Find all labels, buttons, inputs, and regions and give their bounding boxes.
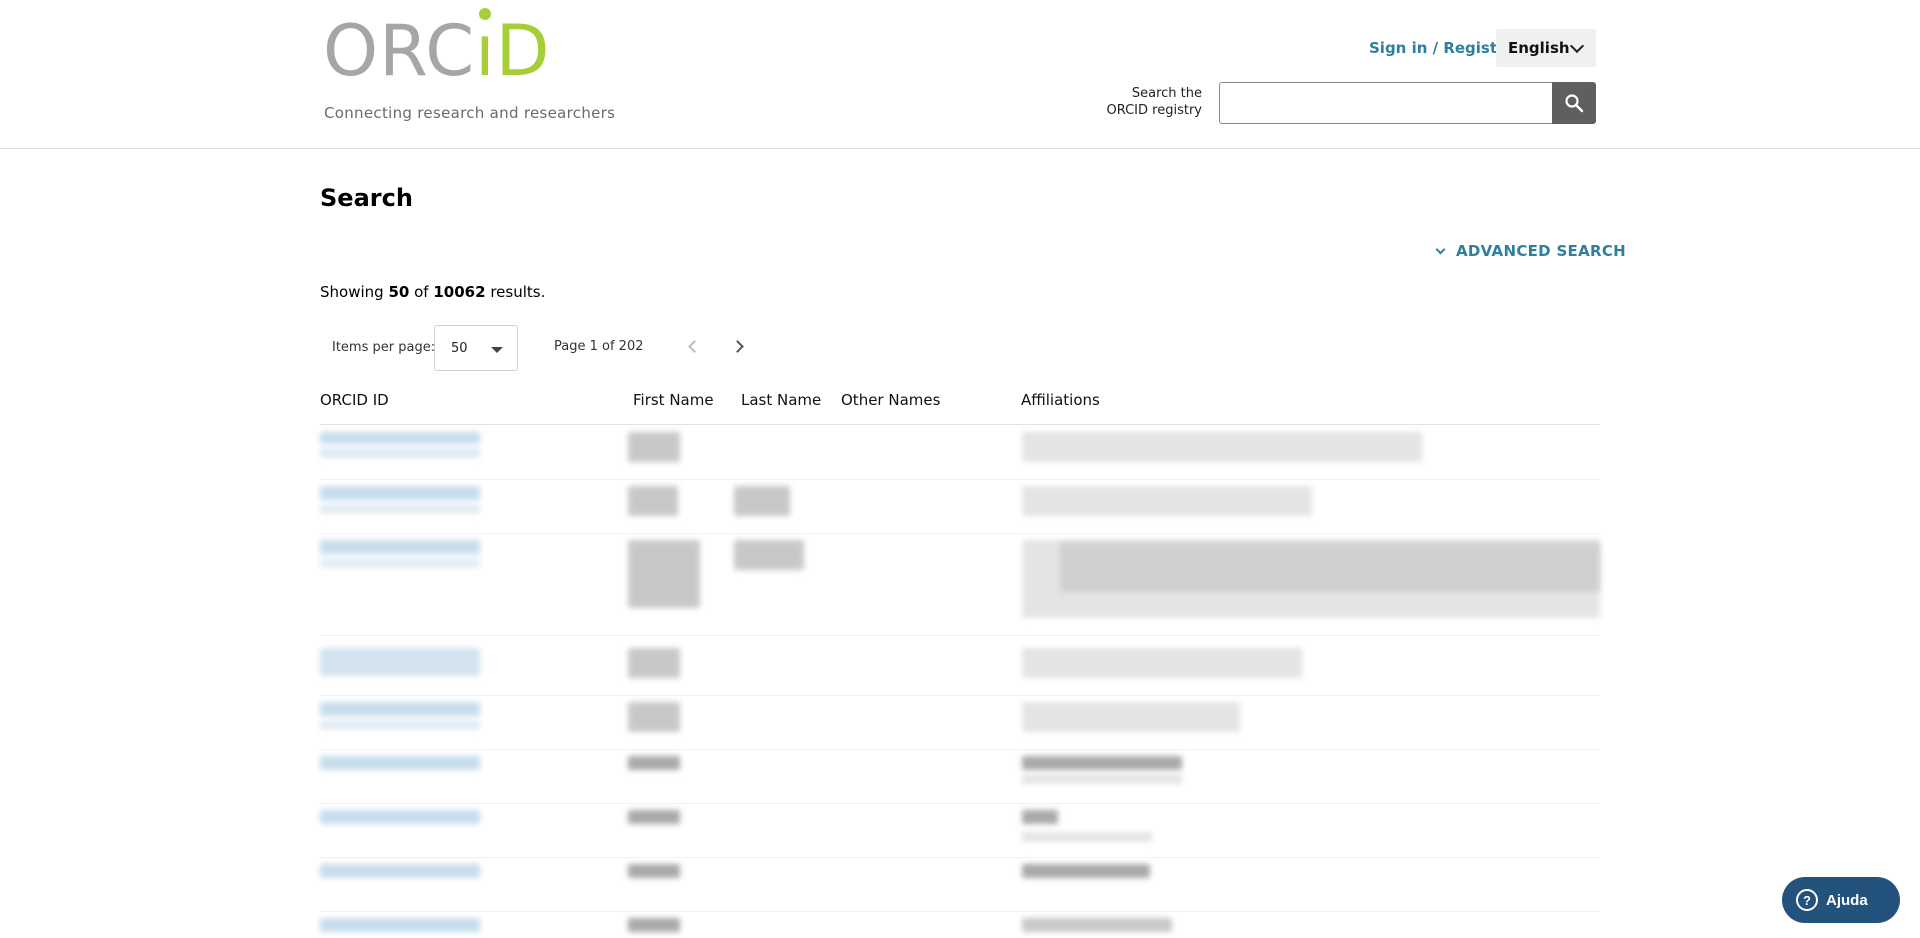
table-row[interactable]	[320, 428, 1600, 480]
table-row[interactable]	[320, 752, 1600, 804]
table-row[interactable]	[320, 806, 1600, 858]
first-name	[628, 756, 680, 770]
affiliation	[1022, 432, 1422, 462]
first-name	[628, 918, 680, 932]
search-button[interactable]	[1552, 82, 1596, 124]
affiliation	[1060, 542, 1600, 592]
affiliation	[1022, 810, 1058, 824]
advanced-search-toggle[interactable]: ADVANCED SEARCH	[1433, 242, 1626, 260]
results-total-count: 10062	[433, 283, 486, 301]
help-button[interactable]: ? Ajuda	[1782, 877, 1900, 923]
orcid-logo[interactable]: ORC ıD	[323, 8, 551, 86]
table-divider	[320, 424, 1600, 425]
table-row[interactable]	[320, 860, 1600, 912]
advanced-search-label: ADVANCED SEARCH	[1456, 242, 1627, 260]
last-name	[734, 540, 804, 570]
search-icon	[1565, 94, 1584, 113]
orcid-id-link[interactable]	[320, 540, 480, 554]
search-label-line1: Search the	[1131, 86, 1202, 101]
chevron-down-icon	[1569, 38, 1585, 54]
orcid-id-link	[320, 504, 480, 514]
affiliation	[1022, 756, 1182, 770]
search-registry-label: Search the ORCID registry	[1090, 85, 1202, 119]
page-title: Search	[320, 184, 413, 212]
table-row[interactable]	[320, 698, 1600, 750]
table-row[interactable]	[320, 914, 1600, 938]
column-header-other-names: Other Names	[841, 391, 941, 409]
search-label-line2: ORCID registry	[1106, 103, 1202, 118]
results-summary: Showing 50 of 10062 results.	[320, 283, 545, 301]
first-name	[628, 864, 680, 878]
column-header-first-name: First Name	[633, 391, 714, 409]
column-header-orcid-id: ORCID ID	[320, 391, 389, 409]
signin-register-link[interactable]: Sign in / Register	[1369, 39, 1515, 57]
orcid-id-link[interactable]	[320, 648, 480, 676]
first-name	[628, 648, 680, 678]
results-of: of	[414, 283, 429, 301]
column-header-affiliations: Affiliations	[1021, 391, 1100, 409]
items-per-page-select[interactable]: 50	[434, 325, 518, 371]
first-name	[628, 432, 680, 462]
help-circle-icon: ?	[1796, 889, 1818, 911]
affiliation	[1022, 648, 1302, 678]
language-selector[interactable]: English	[1496, 29, 1596, 67]
orcid-id-link	[320, 448, 480, 458]
items-per-page-label: Items per page:	[332, 340, 436, 355]
affiliation	[1022, 486, 1312, 516]
orcid-id-link	[320, 558, 480, 568]
table-row[interactable]	[320, 482, 1600, 534]
affiliation	[1022, 702, 1240, 732]
last-name	[734, 486, 790, 516]
chevron-right-icon	[731, 340, 744, 353]
orcid-id-link[interactable]	[320, 810, 480, 824]
results-suffix: results.	[490, 283, 546, 301]
column-header-last-name: Last Name	[741, 391, 822, 409]
orcid-id-link[interactable]	[320, 486, 480, 500]
orcid-id-link[interactable]	[320, 702, 480, 716]
affiliation	[1022, 832, 1152, 842]
affiliation	[1022, 774, 1182, 784]
orcid-id-link[interactable]	[320, 918, 480, 932]
orcid-id-link[interactable]	[320, 432, 480, 444]
orcid-id-link[interactable]	[320, 756, 480, 770]
results-shown-count: 50	[388, 283, 410, 301]
items-per-page-value: 50	[451, 340, 468, 356]
tagline: Connecting research and researchers	[324, 104, 616, 122]
logo-dot	[479, 8, 492, 20]
first-name	[628, 486, 678, 516]
first-name	[628, 540, 700, 608]
table-row[interactable]	[320, 536, 1600, 636]
help-label: Ajuda	[1826, 891, 1868, 909]
affiliation	[1022, 864, 1150, 878]
next-page-button[interactable]	[730, 337, 750, 357]
language-label: English	[1508, 39, 1570, 57]
chevron-left-icon	[688, 340, 701, 353]
table-row[interactable]	[320, 644, 1600, 696]
first-name	[628, 810, 680, 824]
orcid-id-link	[320, 720, 480, 730]
orcid-id-link[interactable]	[320, 864, 480, 878]
site-header: ORC ıD Connecting research and researcher…	[0, 0, 1920, 149]
first-name	[628, 702, 680, 732]
page-info: Page 1 of 202	[554, 339, 644, 354]
previous-page-button[interactable]	[682, 337, 702, 357]
affiliation	[1022, 918, 1172, 932]
search-input[interactable]	[1219, 82, 1553, 124]
dropdown-arrow-icon	[491, 347, 503, 353]
chevron-down-icon	[1435, 244, 1446, 254]
results-prefix: Showing	[320, 283, 384, 301]
